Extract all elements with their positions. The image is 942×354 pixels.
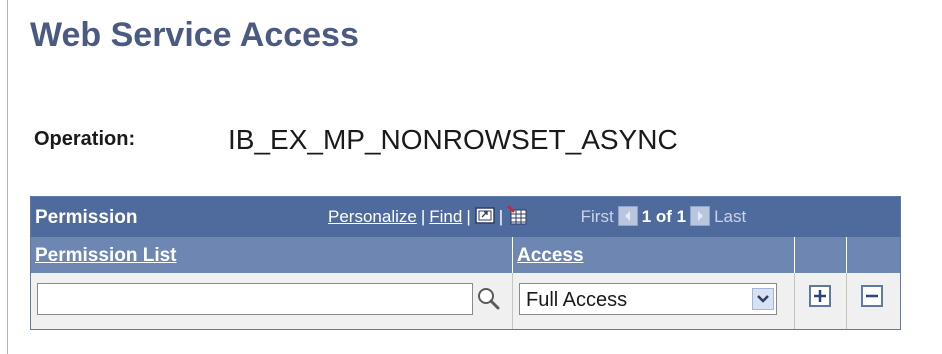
delete-row-button[interactable]	[861, 285, 883, 307]
first-arrow-icon[interactable]	[617, 205, 638, 226]
lookup-icon[interactable]	[475, 285, 501, 313]
first-label: First	[580, 207, 614, 226]
add-row-cell	[795, 273, 847, 329]
view-all-icon[interactable]	[475, 205, 495, 225]
access-cell: Full Access	[513, 273, 795, 329]
permission-list-cell	[31, 273, 513, 329]
column-header-row: Permission List Access	[31, 237, 900, 273]
operation-value: IB_EX_MP_NONROWSET_ASYNC	[228, 124, 678, 155]
grid-header: Permission Personalize | Find | | First 1 o…	[31, 197, 900, 237]
page-title: Web Service Access	[30, 16, 359, 54]
column-header-permission-list: Permission List	[31, 237, 513, 273]
find-link[interactable]: Find	[429, 207, 462, 226]
operation-label: Operation:	[34, 128, 136, 150]
access-select[interactable]: Full Access	[519, 283, 777, 315]
table-row: Full Access	[31, 273, 900, 329]
column-header-add	[795, 237, 847, 273]
column-header-delete	[847, 237, 900, 273]
grid-title: Permission	[35, 207, 138, 228]
separator: |	[466, 207, 471, 226]
permission-list-sort-link[interactable]: Permission List	[35, 245, 177, 267]
download-spreadsheet-icon[interactable]	[507, 204, 527, 225]
delete-row-cell	[847, 273, 900, 329]
permission-list-input[interactable]	[37, 283, 473, 315]
permission-grid: Permission Personalize | Find | | First 1 o…	[30, 196, 901, 330]
column-header-access: Access	[513, 237, 795, 273]
access-sort-link[interactable]: Access	[517, 245, 584, 267]
access-select-value: Full Access	[526, 289, 628, 311]
row-count: 1 of 1	[641, 207, 687, 226]
separator: |	[498, 207, 504, 226]
personalize-link[interactable]: Personalize	[328, 207, 417, 226]
chevron-down-icon[interactable]	[752, 288, 774, 310]
next-arrow-icon[interactable]	[690, 205, 711, 226]
add-row-button[interactable]	[809, 285, 831, 307]
separator: |	[420, 207, 426, 226]
grid-navigation: Personalize | Find | | First 1 of 1 Last	[328, 204, 747, 231]
last-label: Last	[714, 207, 747, 226]
